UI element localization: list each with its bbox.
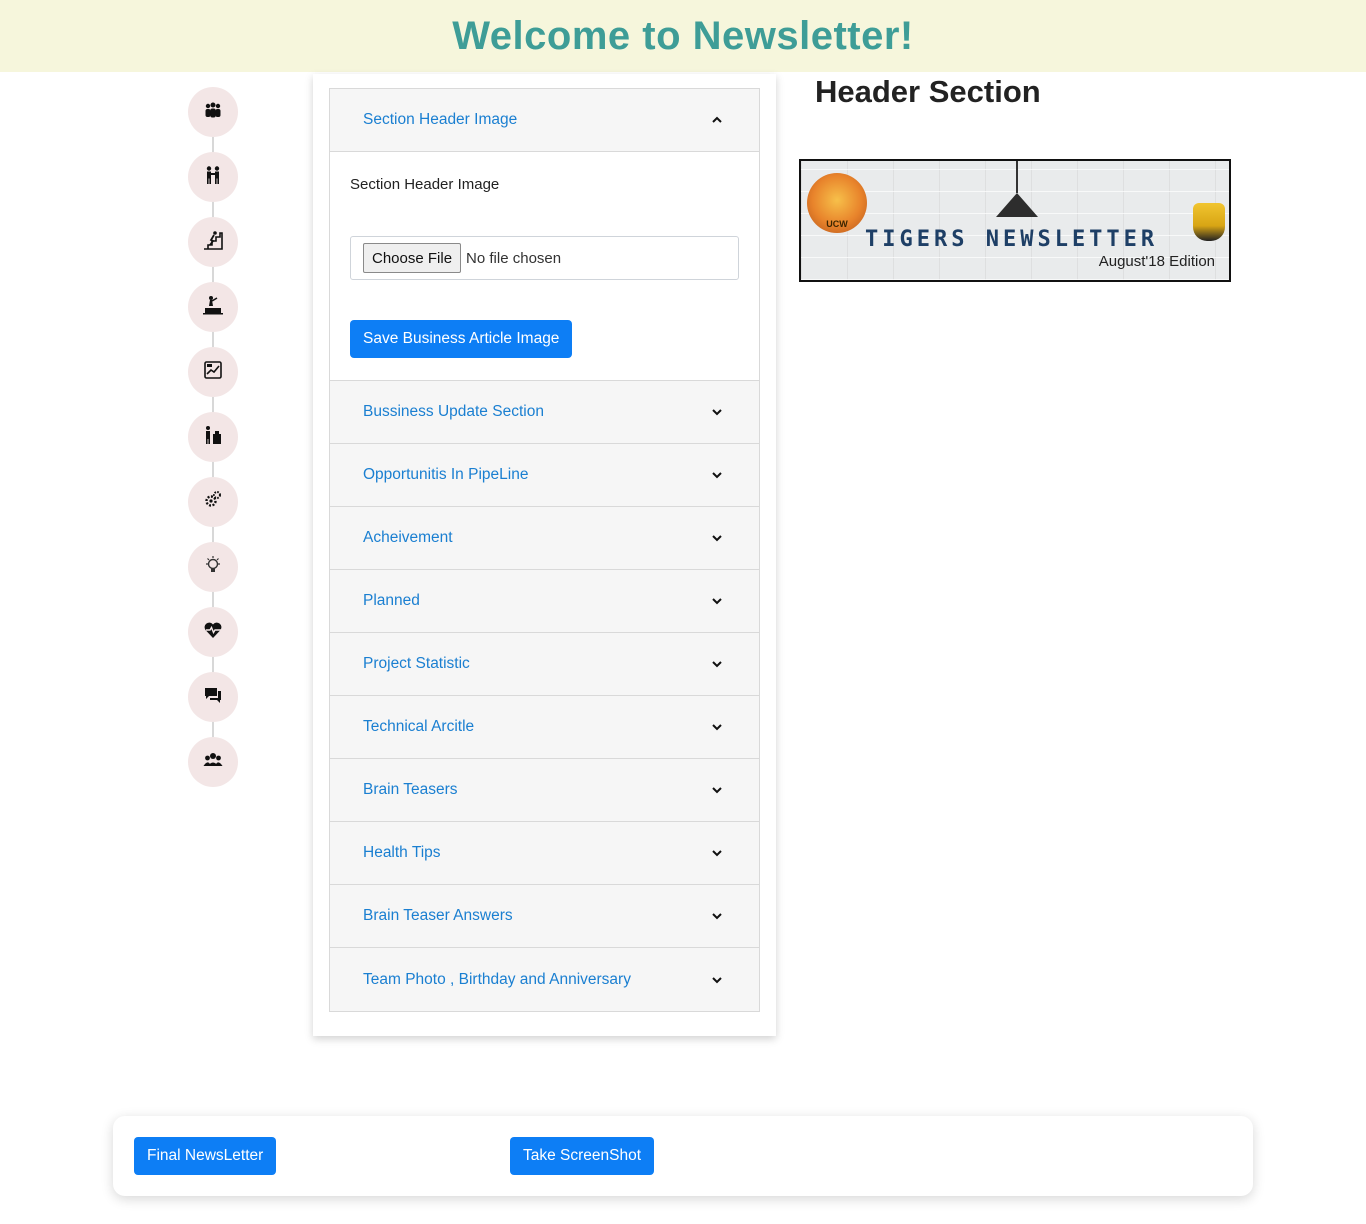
file-status-text: No file chosen [466,249,562,267]
accordion-header-health-tips[interactable]: Health Tips [330,822,759,885]
accordion-title: Health Tips [363,844,441,861]
chevron-down-icon [711,974,723,986]
file-upload-input[interactable]: Choose File No file chosen [350,236,739,280]
accordion-title: Planned [363,592,420,609]
accordion-body-section-header-image: Section Header Image Choose File No file… [330,152,759,381]
upload-label: Section Header Image [350,176,500,193]
heart-pulse-icon [203,620,223,645]
group-icon [203,100,223,125]
newsletter-header-image: UCW TIGERS NEWSLETTER August'18 Edition [799,159,1231,282]
timeline-item-stairs[interactable] [188,217,238,267]
banner-title: TIGERS NEWSLETTER [865,227,1159,252]
accordion-header-brain-teaser-answers[interactable]: Brain Teaser Answers [330,885,759,948]
lamp-icon [996,193,1038,217]
chevron-down-icon [711,469,723,481]
handshake-icon [203,165,223,190]
section-editor-card: Section Header Image Section Header Imag… [313,74,776,1036]
accordion-header-team-photo[interactable]: Team Photo , Birthday and Anniversary [330,948,759,1011]
accordion-title: Brain Teasers [363,781,458,798]
podium-icon [203,295,223,320]
accordion-title: Technical Arcitle [363,718,475,735]
lamp-cord [1016,161,1018,193]
accordion-header-opportunities[interactable]: Opportunitis In PipeLine [330,444,759,507]
preview-title: Header Section [815,74,1041,109]
timeline-item-group[interactable] [188,87,238,137]
accordion-header-technical-article[interactable]: Technical Arcitle [330,696,759,759]
team-icon [203,750,223,775]
chevron-down-icon [711,595,723,607]
lightbulb-icon [203,555,223,580]
save-image-button[interactable]: Save Business Article Image [350,320,573,358]
top-banner: Welcome to Newsletter! [0,0,1366,72]
presenter-icon [203,425,223,450]
chevron-down-icon [711,910,723,922]
chart-report-icon [203,360,223,385]
timeline-item-report[interactable] [188,347,238,397]
timeline-item-idea[interactable] [188,542,238,592]
accordion-header-section-header-image[interactable]: Section Header Image [330,89,759,152]
chevron-down-icon [711,784,723,796]
chevron-down-icon [711,721,723,733]
accordion-title: Team Photo , Birthday and Anniversary [363,970,631,988]
stairs-climb-icon [203,230,223,255]
chevron-down-icon [711,847,723,859]
accordion-title: Acheivement [363,529,453,546]
timeline-item-handshake[interactable] [188,152,238,202]
timeline-item-team[interactable] [188,737,238,787]
action-bar: Final NewsLetter Take ScreenShot [113,1116,1253,1196]
accordion-title: Project Statistic [363,655,470,672]
timeline-item-health[interactable] [188,607,238,657]
accordion-header-business-update[interactable]: Bussiness Update Section [330,381,759,444]
timeline-item-podium[interactable] [188,282,238,332]
page-title: Welcome to Newsletter! [452,13,914,58]
timeline-item-presenter[interactable] [188,412,238,462]
timeline-item-chat[interactable] [188,672,238,722]
timeline-item-gears[interactable] [188,477,238,527]
chevron-down-icon [711,406,723,418]
seal-text: UCW [826,219,848,229]
chat-bubbles-icon [203,685,223,710]
accordion-header-project-statistic[interactable]: Project Statistic [330,633,759,696]
accordion-header-planned[interactable]: Planned [330,570,759,633]
accordion-title: Section Header Image [363,111,518,128]
accordion-title: Bussiness Update Section [363,403,544,420]
final-newsletter-button[interactable]: Final NewsLetter [134,1137,277,1175]
chevron-down-icon [711,532,723,544]
chevron-up-icon [711,114,723,126]
banner-edition: August'18 Edition [1098,253,1215,270]
accordion-header-brain-teasers[interactable]: Brain Teasers [330,759,759,822]
accordion-title: Brain Teaser Answers [363,907,513,924]
tiger-badge-logo [1193,203,1225,241]
sections-accordion: Section Header Image Section Header Imag… [329,88,760,1012]
accordion-header-achievement[interactable]: Acheivement [330,507,759,570]
company-seal-logo: UCW [807,173,867,233]
chevron-down-icon [711,658,723,670]
accordion-title: Opportunitis In PipeLine [363,466,529,483]
gears-icon [203,490,223,515]
take-screenshot-button[interactable]: Take ScreenShot [510,1137,655,1175]
choose-file-button[interactable]: Choose File [363,243,462,273]
